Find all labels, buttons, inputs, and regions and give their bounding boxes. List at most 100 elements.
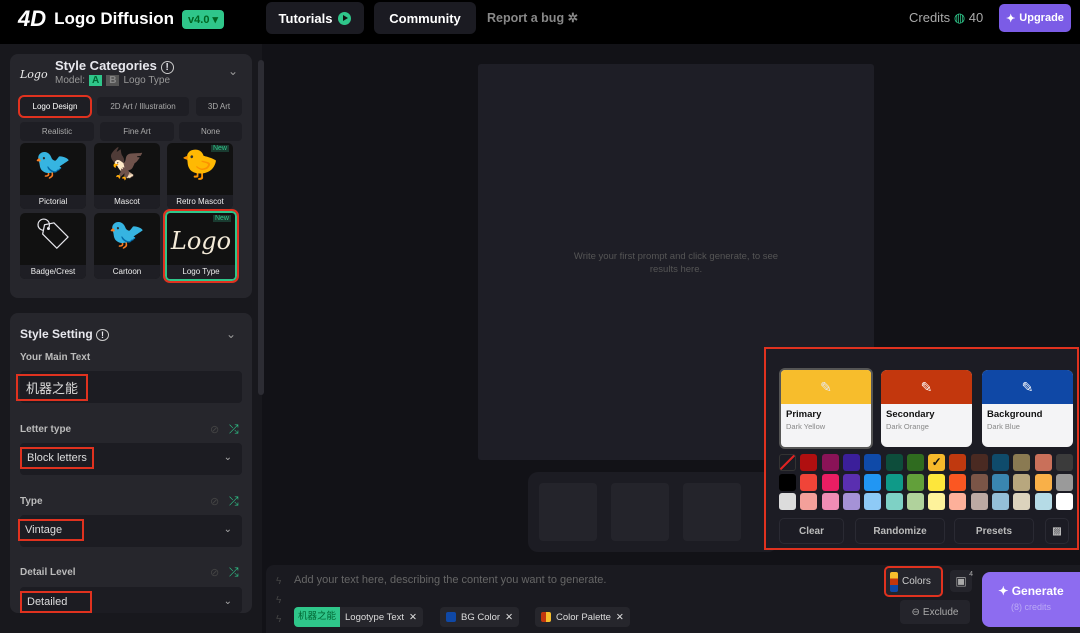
color-swatch[interactable] [864, 493, 882, 510]
color-swatch[interactable] [1034, 493, 1052, 510]
community-button[interactable]: Community [374, 2, 476, 34]
remove-tag-icon[interactable]: ✕ [505, 612, 513, 623]
upgrade-label: Upgrade [1019, 12, 1064, 24]
color-swatch[interactable] [992, 473, 1009, 491]
color-swatch[interactable] [928, 473, 946, 491]
letter-type-label: Letter type [20, 424, 72, 435]
color-swatch[interactable] [1034, 473, 1052, 491]
color-swatch[interactable] [864, 454, 882, 471]
exclude-button[interactable]: ⊖ Exclude [900, 600, 970, 624]
background-color-card[interactable]: ✎ Background Dark Blue [982, 370, 1073, 447]
generate-button[interactable]: ✦ Generate (8) credits [982, 572, 1080, 627]
tile-pictorial[interactable]: 🐦 Pictorial [20, 143, 86, 209]
color-swatch[interactable] [928, 493, 946, 510]
color-swatch[interactable] [1055, 473, 1073, 491]
credits-count: 40 [968, 10, 984, 25]
chip-3d-art[interactable]: 3D Art [196, 97, 242, 116]
color-swatch[interactable] [864, 473, 882, 491]
color-swatch[interactable] [970, 473, 988, 491]
transparent-icon[interactable]: ▨ [1045, 518, 1069, 544]
chip-none[interactable]: None [179, 122, 242, 141]
color-swatch[interactable] [885, 473, 903, 491]
color-swatch[interactable] [1013, 454, 1031, 471]
prompt-input[interactable]: Add your text here, describing the conte… [294, 574, 854, 586]
chip-realistic[interactable]: Realistic [20, 122, 94, 141]
color-swatch[interactable] [800, 493, 818, 510]
no-color-swatch[interactable] [779, 454, 796, 471]
background-swatch[interactable]: ✎ [982, 370, 1073, 404]
color-swatch[interactable] [779, 473, 796, 491]
sidebar-scrollbar[interactable] [258, 60, 264, 395]
info-icon[interactable]: ! [96, 329, 110, 341]
chip-fine-art[interactable]: Fine Art [100, 122, 174, 141]
clear-button[interactable]: Clear [779, 518, 844, 544]
color-swatch[interactable] [821, 493, 839, 510]
letter-type-value: Block letters [20, 447, 94, 469]
tile-cartoon[interactable]: 🐦 Cartoon [94, 213, 160, 279]
color-swatch[interactable] [949, 493, 967, 510]
colors-button[interactable]: Colors [884, 566, 943, 597]
detail-level-label: Detail Level [20, 567, 76, 578]
tile-retro-mascot[interactable]: 🐤 New Retro Mascot [167, 143, 233, 209]
color-swatch[interactable] [906, 493, 924, 510]
color-swatch[interactable] [800, 473, 818, 491]
version-select[interactable]: v4.0 ▾ [182, 9, 225, 29]
color-swatch[interactable] [800, 454, 818, 471]
collapse-chevron-icon[interactable]: ⌄ [226, 327, 236, 341]
color-swatch[interactable] [885, 454, 903, 471]
secondary-swatch[interactable]: ✎ [881, 370, 972, 404]
color-swatch[interactable] [1013, 473, 1031, 491]
color-swatch[interactable] [1055, 454, 1073, 471]
credits-display: Credits ◍ 40 [909, 10, 983, 26]
collapse-chevron-icon[interactable]: ⌄ [228, 64, 238, 78]
primary-swatch[interactable]: ✎ [781, 370, 871, 404]
color-swatch[interactable] [906, 473, 924, 491]
primary-color-card[interactable]: ✎ Primary Dark Yellow [779, 368, 873, 449]
remove-tag-icon[interactable]: ✕ [409, 612, 417, 623]
chip-2d-art[interactable]: 2D Art / Illustration [97, 97, 189, 116]
color-swatch[interactable] [906, 454, 924, 471]
tile-badge-crest[interactable]: 🏷 Badge/Crest [20, 213, 86, 279]
report-bug-link[interactable]: Report a bug ✲ [487, 10, 578, 25]
tutorials-button[interactable]: Tutorials [266, 2, 364, 34]
remove-tag-icon[interactable]: ✕ [616, 612, 624, 623]
color-swatch[interactable] [842, 454, 860, 471]
title-text: Style Setting [20, 327, 93, 341]
thumbnail-slot[interactable] [683, 483, 741, 541]
color-swatch[interactable] [842, 473, 860, 491]
color-swatch[interactable] [949, 454, 967, 471]
image-reference-button[interactable]: ▣ 4 [950, 570, 973, 592]
color-swatch[interactable] [949, 473, 967, 491]
color-swatch[interactable] [1055, 493, 1073, 510]
color-swatch[interactable] [821, 454, 839, 471]
presets-button[interactable]: Presets [954, 518, 1034, 544]
info-icon[interactable]: ! [160, 61, 174, 74]
color-swatch[interactable]: ✓ [928, 454, 946, 471]
secondary-color-card[interactable]: ✎ Secondary Dark Orange [881, 370, 972, 447]
color-swatch[interactable] [1034, 454, 1052, 471]
color-swatch[interactable] [992, 493, 1009, 510]
model-b-button[interactable]: B [106, 75, 120, 86]
color-swatch[interactable] [970, 493, 988, 510]
color-swatch[interactable] [970, 454, 988, 471]
color-swatch[interactable] [842, 493, 860, 510]
card-title: Primary [786, 409, 822, 420]
model-a-button[interactable]: A [89, 75, 103, 86]
randomize-button[interactable]: Randomize [855, 518, 945, 544]
color-swatch[interactable] [779, 493, 796, 510]
tile-logo-type[interactable]: Logo New Logo Type [163, 209, 239, 283]
chip-logo-design[interactable]: Logo Design [18, 95, 92, 118]
tag-label: Color Palette [556, 611, 611, 623]
lightning-icons: ϟϟϟ [276, 576, 282, 625]
color-swatch[interactable] [821, 473, 839, 491]
generate-text: Generate [1011, 584, 1064, 598]
color-swatch[interactable] [992, 454, 1009, 471]
card-color-name: Dark Blue [987, 422, 1020, 431]
thumbnail-slot[interactable] [611, 483, 669, 541]
brand-logo[interactable]: 4D Logo Diffusion v4.0 ▾ [18, 6, 225, 32]
color-swatch[interactable] [1013, 493, 1031, 510]
color-swatch[interactable] [885, 493, 903, 510]
thumbnail-slot[interactable] [539, 483, 597, 541]
tile-mascot[interactable]: 🦅 Mascot [94, 143, 160, 209]
upgrade-button[interactable]: ✦ Upgrade [999, 4, 1071, 32]
